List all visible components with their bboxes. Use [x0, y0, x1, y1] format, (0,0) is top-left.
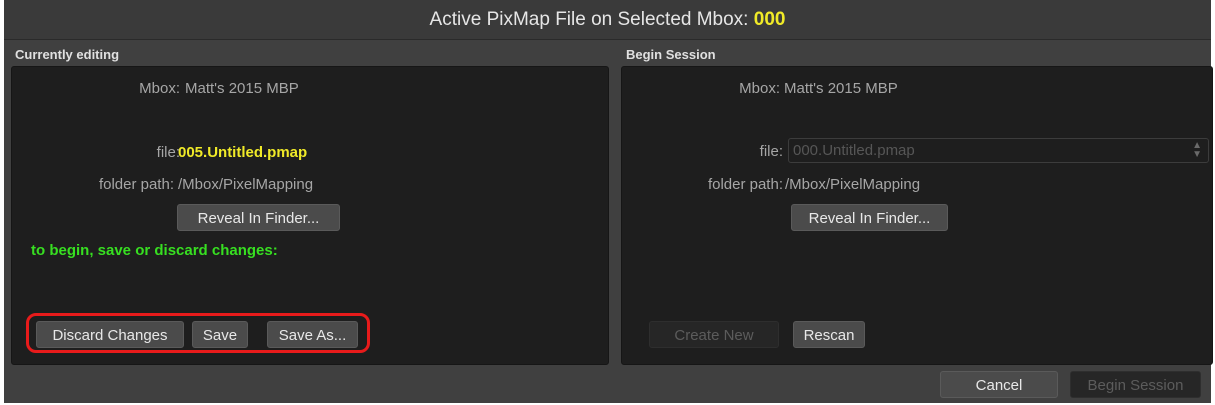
folder-path-label: folder path: [98, 176, 174, 193]
session-file-label: file: [759, 143, 783, 160]
save-button[interactable]: Save [192, 321, 248, 348]
dialog-title-text: Active PixMap File on Selected Mbox: [429, 9, 749, 30]
file-value: 005.Untitled.pmap [178, 144, 308, 161]
file-select-value: 000.Untitled.pmap [793, 142, 915, 159]
dialog-title: Active PixMap File on Selected Mbox: 000 [4, 0, 1211, 40]
begin-session-panel: Mbox: Matt's 2015 MBP file: 000.Untitled… [621, 66, 1213, 365]
pixmap-dialog: Active PixMap File on Selected Mbox: 000… [4, 0, 1213, 403]
session-mbox-value: Matt's 2015 MBP [784, 80, 898, 97]
session-folder-path-value: /Mbox/PixelMapping [785, 176, 921, 193]
begin-session-label: Begin Session [626, 47, 716, 62]
file-select[interactable]: 000.Untitled.pmap ▲ ▼ [788, 138, 1209, 163]
mbox-label: Mbox: [139, 80, 180, 97]
begin-session-button[interactable]: Begin Session [1070, 371, 1201, 398]
session-folder-path-label: folder path: [707, 176, 783, 193]
create-new-button[interactable]: Create New [649, 321, 779, 348]
screenshot-frame: Active PixMap File on Selected Mbox: 000… [0, 0, 1215, 405]
mbox-id: 000 [753, 9, 786, 30]
discard-changes-button[interactable]: Discard Changes [36, 321, 184, 348]
reveal-in-finder-button[interactable]: Reveal In Finder... [177, 204, 340, 231]
session-mbox-label: Mbox: [739, 80, 780, 97]
save-discard-hint: to begin, save or discard changes: [31, 242, 278, 259]
mbox-value: Matt's 2015 MBP [185, 80, 299, 97]
session-reveal-in-finder-button[interactable]: Reveal In Finder... [791, 204, 948, 231]
select-arrows-icon: ▲ ▼ [1192, 140, 1202, 160]
save-as-button[interactable]: Save As... [267, 321, 358, 348]
rescan-button[interactable]: Rescan [793, 321, 865, 348]
folder-path-value: /Mbox/PixelMapping [178, 176, 314, 193]
currently-editing-label: Currently editing [15, 47, 120, 62]
currently-editing-panel: Mbox: Matt's 2015 MBP file: 005.Untitled… [11, 66, 609, 365]
cancel-button[interactable]: Cancel [940, 371, 1058, 398]
file-label: file: [156, 144, 180, 161]
